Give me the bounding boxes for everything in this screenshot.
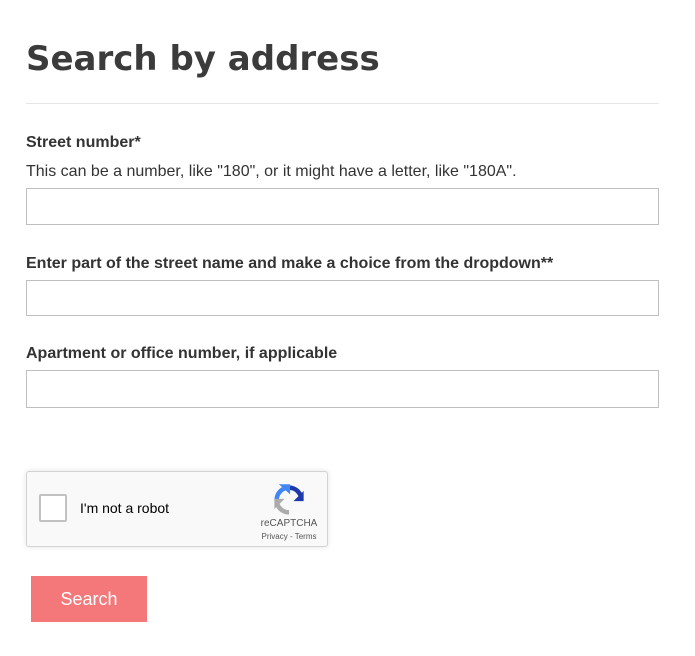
- street-name-label: Enter part of the street name and make a…: [26, 255, 554, 272]
- search-button[interactable]: Search: [31, 576, 147, 622]
- recaptcha-links-separator: -: [289, 532, 293, 541]
- street-name-input[interactable]: [26, 280, 659, 316]
- recaptcha-label: I'm not a robot: [80, 500, 170, 516]
- street-number-label: Street number*: [26, 134, 141, 151]
- page-title: Search by address: [26, 39, 380, 79]
- recaptcha-widget: I'm not a robot reCAPTCHA Privacy - Term…: [26, 471, 328, 547]
- recaptcha-privacy-link[interactable]: Privacy: [262, 532, 288, 541]
- apartment-label: Apartment or office number, if applicabl…: [26, 345, 338, 362]
- street-number-hint: This can be a number, like "180", or it …: [26, 163, 517, 180]
- apartment-input[interactable]: [26, 370, 659, 408]
- recaptcha-checkbox[interactable]: [39, 494, 67, 522]
- recaptcha-logo-icon: [274, 484, 304, 515]
- recaptcha-brand-text: reCAPTCHA: [260, 518, 318, 529]
- recaptcha-links: Privacy - Terms: [249, 532, 329, 542]
- street-number-input[interactable]: [26, 188, 659, 225]
- recaptcha-terms-link[interactable]: Terms: [295, 532, 317, 541]
- title-divider: [26, 103, 659, 104]
